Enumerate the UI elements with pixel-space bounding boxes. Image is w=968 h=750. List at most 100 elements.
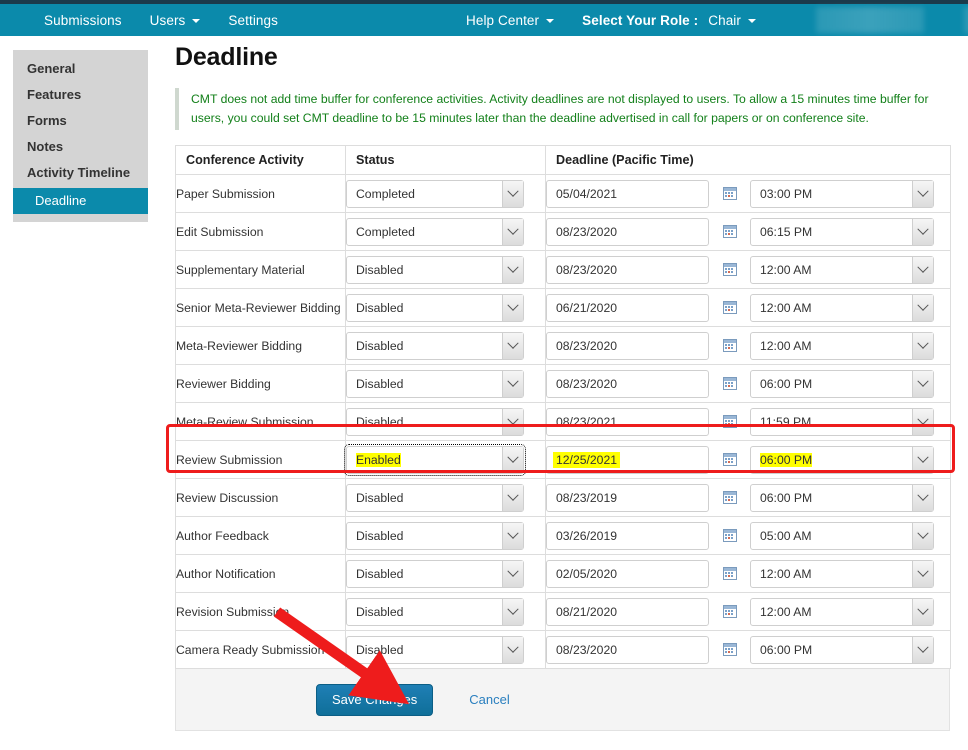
deadline-time-select[interactable]: 06:00 PM: [750, 370, 934, 398]
calendar-picker-button[interactable]: [723, 567, 737, 580]
deadline-time-select[interactable]: 03:00 PM: [750, 180, 934, 208]
deadline-date-input[interactable]: 08/23/2019: [546, 484, 709, 512]
chevron-down-icon[interactable]: [912, 637, 933, 663]
deadline-time-select[interactable]: 12:00 AM: [750, 560, 934, 588]
calendar-icon[interactable]: [723, 491, 737, 504]
sidebar-item-general[interactable]: General: [13, 56, 148, 82]
deadline-date-input[interactable]: 12/25/2021: [546, 446, 709, 474]
calendar-picker-button[interactable]: [723, 187, 737, 200]
status-select[interactable]: Disabled: [346, 408, 524, 436]
calendar-picker-button[interactable]: [723, 529, 737, 542]
calendar-icon[interactable]: [723, 415, 737, 428]
status-select[interactable]: Disabled: [346, 256, 524, 284]
calendar-picker-button[interactable]: [723, 643, 737, 656]
calendar-icon[interactable]: [723, 339, 737, 352]
role-selector-value[interactable]: Chair: [702, 13, 770, 28]
deadline-date-input[interactable]: 05/04/2021: [546, 180, 709, 208]
chevron-down-icon[interactable]: [912, 561, 933, 587]
status-select[interactable]: Disabled: [346, 598, 524, 626]
chevron-down-icon[interactable]: [502, 181, 523, 207]
calendar-picker-button[interactable]: [723, 491, 737, 504]
cancel-link[interactable]: Cancel: [469, 692, 509, 707]
status-select[interactable]: Enabled: [346, 446, 524, 474]
calendar-icon[interactable]: [723, 643, 737, 656]
status-select[interactable]: Disabled: [346, 636, 524, 664]
calendar-icon[interactable]: [723, 567, 737, 580]
calendar-picker-button[interactable]: [723, 605, 737, 618]
deadline-date-input[interactable]: 08/23/2020: [546, 218, 709, 246]
deadline-time-select[interactable]: 12:00 AM: [750, 332, 934, 360]
chevron-down-icon[interactable]: [912, 333, 933, 359]
chevron-down-icon[interactable]: [502, 409, 523, 435]
chevron-down-icon[interactable]: [502, 333, 523, 359]
chevron-down-icon[interactable]: [912, 447, 933, 473]
chevron-down-icon[interactable]: [502, 561, 523, 587]
chevron-down-icon[interactable]: [912, 219, 933, 245]
chevron-down-icon[interactable]: [912, 599, 933, 625]
chevron-down-icon[interactable]: [502, 219, 523, 245]
calendar-picker-button[interactable]: [723, 453, 737, 466]
chevron-down-icon[interactable]: [502, 371, 523, 397]
calendar-picker-button[interactable]: [723, 225, 737, 238]
chevron-down-icon[interactable]: [502, 599, 523, 625]
chevron-down-icon[interactable]: [912, 295, 933, 321]
status-select[interactable]: Disabled: [346, 560, 524, 588]
status-select[interactable]: Disabled: [346, 370, 524, 398]
deadline-date-input[interactable]: 08/23/2021: [546, 408, 709, 436]
calendar-icon[interactable]: [723, 605, 737, 618]
calendar-picker-button[interactable]: [723, 415, 737, 428]
status-select[interactable]: Completed: [346, 180, 524, 208]
chevron-down-icon[interactable]: [502, 637, 523, 663]
status-select[interactable]: Disabled: [346, 484, 524, 512]
calendar-picker-button[interactable]: [723, 263, 737, 276]
chevron-down-icon[interactable]: [502, 257, 523, 283]
save-changes-button[interactable]: Save Changes: [316, 684, 433, 716]
calendar-icon[interactable]: [723, 263, 737, 276]
calendar-picker-button[interactable]: [723, 339, 737, 352]
deadline-date-input[interactable]: 03/26/2019: [546, 522, 709, 550]
calendar-icon[interactable]: [723, 529, 737, 542]
calendar-picker-button[interactable]: [723, 301, 737, 314]
chevron-down-icon[interactable]: [502, 523, 523, 549]
deadline-date-input[interactable]: 08/23/2020: [546, 332, 709, 360]
deadline-date-input[interactable]: 06/21/2020: [546, 294, 709, 322]
chevron-down-icon[interactable]: [912, 257, 933, 283]
chevron-down-icon[interactable]: [502, 447, 523, 473]
status-select[interactable]: Disabled: [346, 522, 524, 550]
chevron-down-icon[interactable]: [912, 409, 933, 435]
status-select[interactable]: Completed: [346, 218, 524, 246]
deadline-time-select[interactable]: 06:00 PM: [750, 636, 934, 664]
calendar-icon[interactable]: [723, 301, 737, 314]
sidebar-item-notes[interactable]: Notes: [13, 134, 148, 160]
deadline-date-input[interactable]: 02/05/2020: [546, 560, 709, 588]
deadline-time-select[interactable]: 12:00 AM: [750, 294, 934, 322]
deadline-date-input[interactable]: 08/21/2020: [546, 598, 709, 626]
chevron-down-icon[interactable]: [912, 523, 933, 549]
deadline-time-select[interactable]: 12:00 AM: [750, 598, 934, 626]
deadline-time-select[interactable]: 05:00 AM: [750, 522, 934, 550]
deadline-time-select[interactable]: 12:00 AM: [750, 256, 934, 284]
status-select[interactable]: Disabled: [346, 294, 524, 322]
sidebar-item-forms[interactable]: Forms: [13, 108, 148, 134]
chevron-down-icon[interactable]: [912, 485, 933, 511]
nav-help-center[interactable]: Help Center: [452, 13, 568, 28]
sidebar-item-features[interactable]: Features: [13, 82, 148, 108]
nav-submissions[interactable]: Submissions: [30, 13, 136, 28]
deadline-date-input[interactable]: 08/23/2020: [546, 256, 709, 284]
status-select[interactable]: Disabled: [346, 332, 524, 360]
deadline-time-select[interactable]: 06:15 PM: [750, 218, 934, 246]
calendar-icon[interactable]: [723, 225, 737, 238]
deadline-date-input[interactable]: 08/23/2020: [546, 636, 709, 664]
nav-users[interactable]: Users: [136, 13, 215, 28]
calendar-icon[interactable]: [723, 377, 737, 390]
nav-settings[interactable]: Settings: [214, 13, 292, 28]
calendar-icon[interactable]: [723, 187, 737, 200]
deadline-time-select[interactable]: 06:00 PM: [750, 446, 934, 474]
chevron-down-icon[interactable]: [912, 181, 933, 207]
chevron-down-icon[interactable]: [502, 485, 523, 511]
chevron-down-icon[interactable]: [912, 371, 933, 397]
sidebar-item-deadline[interactable]: Deadline: [13, 188, 148, 214]
sidebar-item-activity-timeline[interactable]: Activity Timeline: [13, 160, 148, 186]
deadline-time-select[interactable]: 06:00 PM: [750, 484, 934, 512]
deadline-date-input[interactable]: 08/23/2020: [546, 370, 709, 398]
